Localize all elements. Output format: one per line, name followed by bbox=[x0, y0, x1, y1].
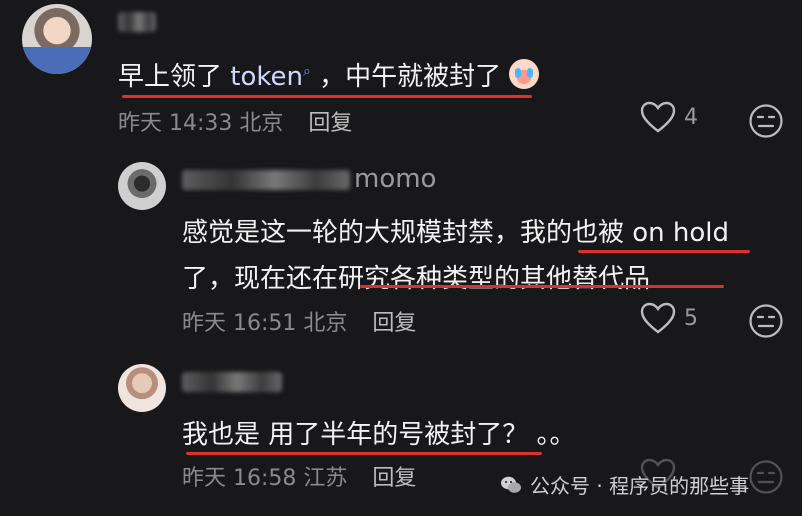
comment-text: 了，现在还在研究各种类型的其他替代品 bbox=[182, 264, 651, 294]
timestamp: 昨天 16:58 bbox=[182, 466, 297, 491]
comment-meta: 昨天 16:58 江苏 回复 bbox=[182, 460, 416, 492]
comment-face-icon[interactable] bbox=[748, 459, 784, 495]
comment-text: 感觉是这一轮的大规模封禁，我的也被 on hold bbox=[182, 218, 730, 248]
username-blurred[interactable] bbox=[182, 170, 350, 190]
red-underline bbox=[186, 452, 542, 455]
avatar[interactable] bbox=[118, 162, 166, 210]
heart-icon bbox=[640, 101, 676, 133]
like-count: 5 bbox=[684, 305, 698, 331]
timestamp: 昨天 16:51 bbox=[182, 311, 297, 336]
comment-text-part: ，中午就被封了 bbox=[310, 62, 502, 92]
watermark-text: 公众号 · 程序员的那些事 bbox=[530, 474, 750, 498]
location: 北京 bbox=[239, 111, 284, 136]
location: 江苏 bbox=[303, 466, 348, 491]
username-blurred[interactable] bbox=[182, 372, 282, 392]
avatar[interactable] bbox=[118, 364, 166, 412]
username[interactable]: momo bbox=[354, 164, 436, 194]
keyword-link[interactable]: token bbox=[230, 62, 303, 92]
wechat-icon bbox=[501, 476, 521, 493]
red-underline bbox=[578, 250, 750, 253]
comment-meta: 昨天 14:33 北京 回复 bbox=[118, 105, 352, 137]
timestamp: 昨天 14:33 bbox=[118, 111, 233, 136]
comment-meta: 昨天 16:51 北京 回复 bbox=[182, 305, 416, 337]
username-blurred[interactable] bbox=[118, 12, 156, 32]
avatar[interactable] bbox=[22, 4, 92, 74]
comment-face-icon[interactable] bbox=[748, 103, 784, 139]
like-button[interactable]: 5 bbox=[640, 302, 698, 334]
heart-icon bbox=[640, 302, 676, 334]
red-underline bbox=[360, 285, 724, 288]
comment-text: 我也是 用了半年的号被封了？ 。。 bbox=[182, 420, 576, 450]
reply-button[interactable]: 回复 bbox=[308, 111, 352, 136]
like-button[interactable]: 4 bbox=[640, 101, 698, 133]
comment-face-icon[interactable] bbox=[748, 303, 784, 339]
location: 北京 bbox=[303, 311, 348, 336]
comment-text: 早上领了 token⌕ ，中午就被封了 bbox=[118, 56, 540, 93]
reply-button[interactable]: 回复 bbox=[372, 466, 416, 491]
reply-button[interactable]: 回复 bbox=[372, 311, 416, 336]
crying-face-emoji bbox=[509, 59, 540, 89]
watermark: 公众号 · 程序员的那些事 bbox=[500, 470, 749, 499]
like-count: 4 bbox=[684, 104, 698, 130]
comment-text-part: 早上领了 bbox=[118, 62, 231, 92]
red-underline bbox=[122, 95, 532, 98]
search-icon[interactable]: ⌕ bbox=[303, 63, 311, 79]
